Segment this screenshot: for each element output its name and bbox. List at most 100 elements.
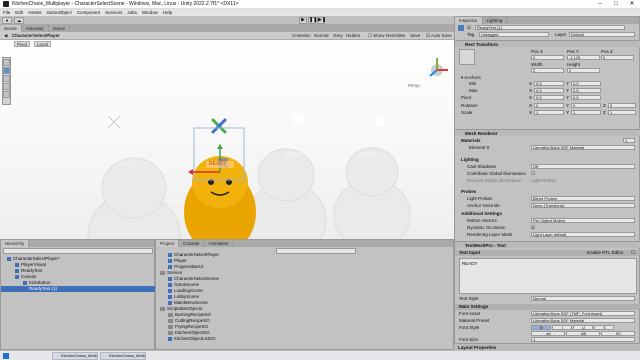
- anchor-override-field[interactable]: None (Transform): [531, 203, 635, 208]
- rendering-layer-dropdown[interactable]: Light Layer default: [531, 232, 635, 237]
- layout-properties-bar[interactable]: Layout Properties: [454, 343, 640, 350]
- materials-count-field[interactable]: 1: [623, 138, 635, 143]
- hand-tool-icon[interactable]: [3, 59, 10, 66]
- tab-game[interactable]: Game: [49, 25, 71, 32]
- scene-gizmo-icon[interactable]: [429, 58, 448, 77]
- kick-button-selected-icon[interactable]: [211, 118, 227, 134]
- font-asset-field[interactable]: LiberationSans SDF (TMP_Font Asset): [531, 311, 635, 316]
- menu-item-jobs[interactable]: Jobs: [127, 10, 137, 15]
- cast-shadows-dropdown[interactable]: Off: [531, 164, 635, 169]
- tag-dropdown[interactable]: Untagged: [479, 32, 549, 37]
- back-arrow-icon[interactable]: ◀: [4, 33, 7, 39]
- context-grey-button[interactable]: Grey: [333, 33, 343, 39]
- tab-inspector[interactable]: Inspector: [455, 17, 483, 24]
- tab-scene[interactable]: Scene: [0, 25, 22, 32]
- scale-tool-icon[interactable]: [3, 83, 10, 90]
- maximize-icon[interactable]: □: [608, 0, 624, 9]
- lowercase-button[interactable]: ab: [531, 331, 565, 336]
- cloud-icon[interactable]: ☁: [14, 17, 24, 24]
- account-button[interactable]: ●: [2, 17, 12, 24]
- show-overrides-checkbox[interactable]: ☐ Show Overrides: [368, 33, 405, 39]
- prefab-breadcrumb[interactable]: CharacterSelectPlayer: [12, 33, 60, 39]
- taskbar-app-1[interactable]: KitchenChaos_Multipla...: [52, 352, 98, 360]
- pos-y-field[interactable]: -1.125: [567, 55, 600, 60]
- scale-y-field[interactable]: 1: [571, 110, 601, 115]
- menu-item-component[interactable]: Component: [77, 10, 100, 15]
- close-icon[interactable]: ✕: [624, 0, 640, 9]
- rotation-x-field[interactable]: 0: [534, 103, 564, 108]
- text-style-dropdown[interactable]: Normal: [531, 296, 635, 301]
- minimize-icon[interactable]: –: [592, 0, 608, 9]
- rotate-tool-icon[interactable]: [3, 75, 10, 82]
- tab-lighting[interactable]: Lighting: [483, 17, 508, 24]
- mesh-renderer-header[interactable]: Mesh Renderer: [455, 129, 640, 136]
- text-input-area[interactable]: READY: [459, 258, 637, 294]
- auto-save-checkbox[interactable]: ☑ Auto Save: [426, 33, 452, 39]
- hierarchy-row[interactable]: ReadyText (1): [1, 286, 156, 292]
- project-item[interactable]: KitchenObjectListSO: [168, 336, 216, 342]
- tab-animator[interactable]: Animator: [22, 25, 49, 32]
- max-x-field[interactable]: 0.5: [534, 88, 564, 93]
- object-name-field[interactable]: ReadyText (1): [475, 25, 625, 30]
- element0-field[interactable]: LiberationSans SDF Material: [531, 145, 635, 150]
- menu-item-services[interactable]: Services: [105, 10, 122, 15]
- materials-foldout[interactable]: Materials: [461, 138, 481, 144]
- pause-button[interactable]: ❚❚: [308, 17, 317, 24]
- scene-viewport[interactable]: Pivot Local Persp READY READY READY READ…: [0, 40, 454, 239]
- enable-rtl-checkbox[interactable]: ☐: [631, 250, 635, 256]
- move-tool-icon[interactable]: [3, 67, 10, 74]
- uppercase-button[interactable]: AB: [566, 331, 600, 336]
- lighting-foldout[interactable]: Lighting: [461, 157, 479, 163]
- rect-tool-icon[interactable]: [3, 91, 10, 98]
- width-field[interactable]: 2: [531, 68, 564, 73]
- min-x-field[interactable]: 0.5: [534, 81, 564, 86]
- save-button[interactable]: Save: [410, 33, 420, 39]
- pivot-x-field[interactable]: 0.5: [534, 95, 564, 100]
- probes-foldout[interactable]: Probes: [461, 189, 476, 195]
- font-size-field[interactable]: 1: [531, 337, 635, 342]
- step-button[interactable]: ▶❚: [317, 17, 326, 24]
- strike-button[interactable]: S: [594, 325, 614, 330]
- tab-console[interactable]: Console: [179, 240, 205, 247]
- max-y-field[interactable]: 0.5: [571, 88, 601, 93]
- layer-dropdown[interactable]: Default: [569, 32, 635, 37]
- min-y-field[interactable]: 0.5: [571, 81, 601, 86]
- hierarchy-search-input[interactable]: [3, 248, 153, 254]
- height-field[interactable]: 2: [567, 68, 600, 73]
- pos-z-field[interactable]: 0: [601, 55, 634, 60]
- menu-item-assets[interactable]: Assets: [28, 10, 42, 15]
- italic-button[interactable]: I: [552, 325, 572, 330]
- menu-item-gameobject[interactable]: GameObject: [47, 10, 72, 15]
- contribute-gi-checkbox[interactable]: ☐: [531, 171, 535, 177]
- project-search-input[interactable]: [276, 248, 356, 254]
- menu-item-edit[interactable]: Edit: [15, 10, 23, 15]
- menu-item-window[interactable]: Window: [142, 10, 158, 15]
- underline-button[interactable]: U: [573, 325, 593, 330]
- bold-button[interactable]: B: [531, 325, 551, 330]
- scale-z-field[interactable]: 1: [608, 110, 636, 115]
- light-probes-dropdown[interactable]: Blend Probes: [531, 196, 635, 201]
- context-hidden-button[interactable]: Hidden: [346, 33, 360, 39]
- dynamic-occlusion-checkbox[interactable]: ☑: [531, 225, 535, 231]
- rect-transform-header[interactable]: Rect Transform: [455, 40, 640, 47]
- motion-vectors-dropdown[interactable]: Per Object Motion: [531, 218, 635, 223]
- start-icon[interactable]: [3, 353, 9, 359]
- scale-x-field[interactable]: 1: [534, 110, 564, 115]
- taskbar-app-2[interactable]: KitchenChaos_Multipla...: [100, 352, 146, 360]
- tab-hierarchy[interactable]: Hierarchy: [1, 240, 30, 247]
- menu-item-help[interactable]: Help: [163, 10, 172, 15]
- tab-project[interactable]: Project: [156, 240, 180, 247]
- material-preset-dropdown[interactable]: LiberationSans SDF Material: [531, 318, 635, 323]
- additional-settings-foldout[interactable]: Additional Settings: [461, 211, 502, 217]
- pivot-y-field[interactable]: 0.5: [571, 95, 601, 100]
- menu-item-file[interactable]: File: [3, 10, 10, 15]
- smallcaps-button[interactable]: SC: [601, 331, 635, 336]
- active-checkbox[interactable]: ☑: [467, 25, 471, 31]
- rotation-z-field[interactable]: 0: [608, 103, 636, 108]
- ready-text-selected[interactable]: READY: [209, 161, 227, 167]
- rotation-y-field[interactable]: 0: [571, 103, 601, 108]
- tmp-header[interactable]: TextMeshPro - Text: [455, 241, 640, 248]
- play-button[interactable]: ▶: [299, 17, 307, 24]
- pos-x-field[interactable]: 0: [531, 55, 564, 60]
- context-normal-button[interactable]: Normal: [314, 33, 329, 39]
